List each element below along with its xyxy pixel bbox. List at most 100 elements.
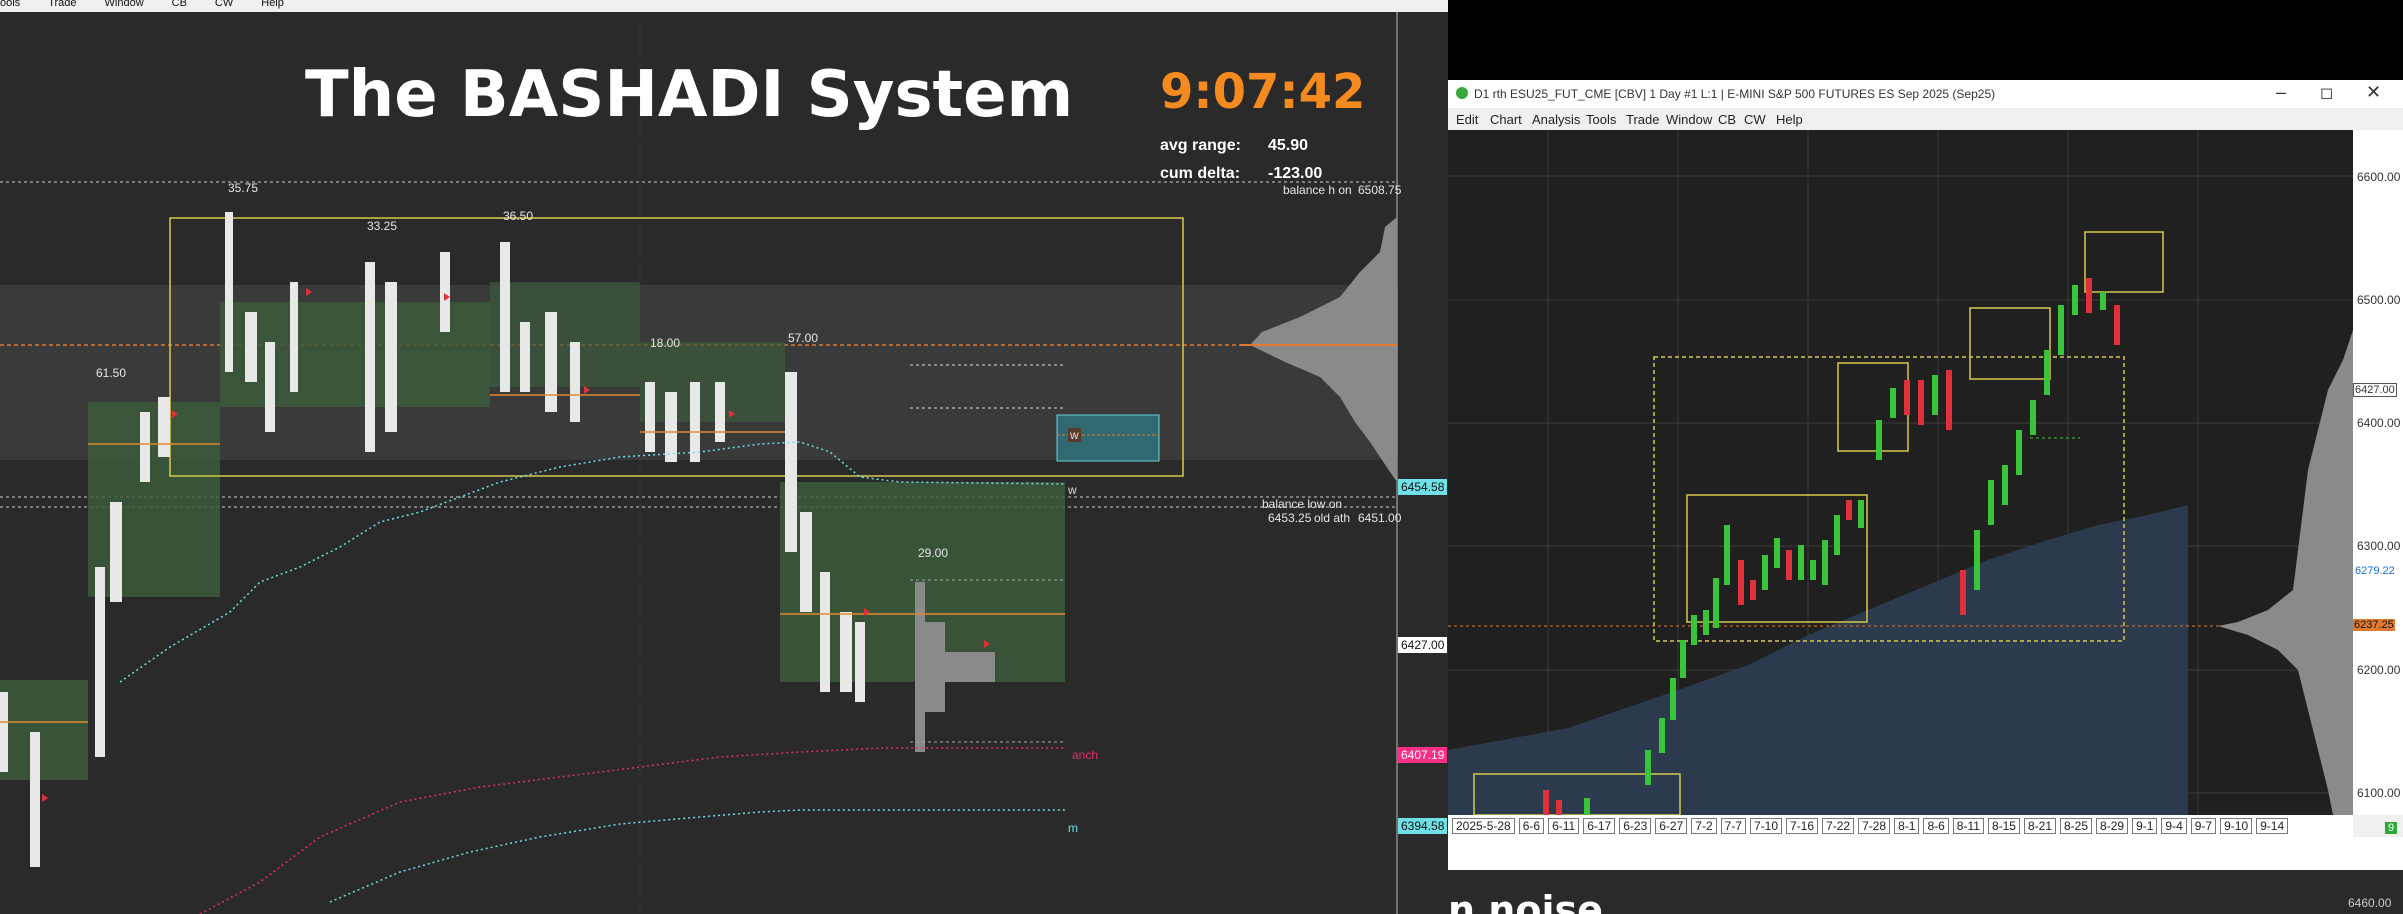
count-badge: 9 <box>2385 822 2398 834</box>
date-label: 7-28 <box>1858 818 1891 834</box>
old-ath-label: old ath <box>1314 511 1351 525</box>
date-label: 6-27 <box>1655 818 1688 834</box>
volume-profile <box>2218 330 2353 815</box>
window-bottom-strip <box>1448 837 2403 870</box>
range-label: 57.00 <box>788 331 819 345</box>
maximize-icon[interactable]: ◻ <box>2320 83 2333 103</box>
cum-delta-value: -123.00 <box>1268 165 1323 182</box>
cum-delta-label: cum delta: <box>1160 165 1241 182</box>
anchored-vwap-line <box>199 747 1065 914</box>
menu-cb[interactable]: CB <box>172 0 187 10</box>
date-label: 7-22 <box>1822 818 1855 834</box>
old-ath-value: 6451.00 <box>1358 511 1402 525</box>
chart-menubar: Edit Chart Analysis Tools Trade Window C… <box>1448 108 2403 130</box>
menu-tools[interactable]: Tools <box>1586 112 1616 127</box>
price-tag-cyan: 6454.58 <box>1398 479 1448 495</box>
date-label: 8-6 <box>1923 818 1949 834</box>
range-label: 29.00 <box>918 546 949 560</box>
profile-box <box>88 402 220 597</box>
left-trading-window: ools Trade Window CB CW Help The BASHADI… <box>0 0 1448 914</box>
lower-band-line <box>329 809 1065 903</box>
date-label: 9-7 <box>2190 818 2217 834</box>
price-axis-label: 6400.00 <box>2357 416 2401 430</box>
price-tag-orange: 6237.25 <box>2353 619 2395 631</box>
profile-box <box>640 342 785 422</box>
menu-trade[interactable]: Trade <box>48 0 76 10</box>
anch-label: anch <box>1072 748 1099 762</box>
price-axis-label: 6300.00 <box>2357 539 2401 553</box>
date-label: 6-11 <box>1548 818 1580 834</box>
avg-range-value: 45.90 <box>1268 137 1309 154</box>
menu-help[interactable]: Help <box>1776 112 1803 127</box>
date-label: 8-11 <box>1952 818 1984 834</box>
price-axis-label: 6200.00 <box>2357 663 2401 677</box>
candlestick-chart[interactable] <box>1448 130 2353 815</box>
page-title: The BASHADI System <box>305 58 1074 132</box>
desktop-background <box>1448 0 2403 80</box>
date-label: 6-6 <box>1518 818 1545 834</box>
date-label: 9-4 <box>2161 818 2187 834</box>
date-label: 7-10 <box>1749 818 1783 834</box>
menu-window[interactable]: Window <box>1666 112 1712 127</box>
range-label: 18.00 <box>650 336 681 350</box>
date-label: 9-10 <box>2220 818 2253 834</box>
app-icon <box>1456 87 1468 99</box>
price-axis-label: 6600.00 <box>2357 170 2401 184</box>
date-label: 6-17 <box>1583 818 1616 834</box>
avg-range-label: avg range: <box>1160 137 1241 154</box>
price-tag-blue: 6279.22 <box>2355 565 2395 577</box>
price-axis: 6600.00 6500.00 6400.00 6300.00 6200.00 … <box>2353 130 2403 834</box>
menu-cw[interactable]: CW <box>1744 112 1766 127</box>
date-label: 8-29 <box>2096 818 2129 834</box>
window-title: D1 rth ESU25_FUT_CME [CBV] 1 Day #1 L:1 … <box>1474 87 1996 101</box>
menu-edit[interactable]: Edit <box>1456 112 1478 127</box>
date-label: 7-2 <box>1691 818 1717 834</box>
date-label: 8-1 <box>1894 818 1920 834</box>
balance-high-value: 6508.75 <box>1358 183 1402 197</box>
menu-tools[interactable]: ools <box>0 0 20 10</box>
daily-chart-window: D1 rth ESU25_FUT_CME [CBV] 1 Day #1 L:1 … <box>1448 80 2403 870</box>
date-label: 2025-5-28 <box>1452 818 1515 834</box>
price-tag-cyan-low: 6394.58 <box>1398 818 1448 834</box>
price-tag-current: 6427.00 <box>1398 637 1448 653</box>
session-clock: 9:07:42 <box>1160 64 1366 120</box>
range-label: 35.75 <box>228 181 259 195</box>
price-tag-pink: 6407.19 <box>1398 747 1448 763</box>
balance-high-label: balance h on <box>1283 183 1352 197</box>
background-text: n noise <box>1448 888 1603 914</box>
w-label: w <box>1068 483 1077 497</box>
range-label: 36.50 <box>503 209 534 223</box>
date-label: 8-21 <box>2023 818 2056 834</box>
menu-cb[interactable]: CB <box>1718 112 1736 127</box>
date-label: 7-16 <box>1786 818 1819 834</box>
menu-chart[interactable]: Chart <box>1490 112 1522 127</box>
date-label: 6-23 <box>1619 818 1652 834</box>
profile-box <box>0 680 88 780</box>
range-label: 61.50 <box>96 366 127 380</box>
volume-area <box>1448 505 2188 815</box>
balance-low-value: 6453.25 <box>1268 511 1312 525</box>
date-label: 8-25 <box>2060 818 2093 834</box>
close-icon[interactable]: ✕ <box>2366 82 2381 103</box>
background-price-label: 6460.00 <box>2348 896 2392 910</box>
menu-help[interactable]: Help <box>261 0 284 10</box>
w-box-label: w <box>1068 428 1081 442</box>
date-label: 8-15 <box>1987 818 2020 834</box>
price-tag-current: 6427.00 <box>2353 383 2397 397</box>
range-label: 33.25 <box>367 219 398 233</box>
left-menubar: ools Trade Window CB CW Help <box>0 0 1448 12</box>
date-axis: 2025-5-28 6-6 6-11 6-17 6-23 6-27 7-2 7-… <box>1448 815 2353 837</box>
menu-window[interactable]: Window <box>105 0 144 10</box>
minimize-icon[interactable]: – <box>2276 82 2286 103</box>
background-window: n noise 6460.00 <box>1448 870 2403 914</box>
price-axis-label: 6100.00 <box>2357 786 2401 800</box>
date-label: 9-1 <box>2132 818 2158 834</box>
menu-analysis[interactable]: Analysis <box>1532 112 1580 127</box>
date-label: 9-14 <box>2256 818 2289 834</box>
profile-box <box>490 282 640 387</box>
balance-low-label: balance low on <box>1262 497 1343 511</box>
menu-trade[interactable]: Trade <box>1626 112 1659 127</box>
window-titlebar[interactable]: D1 rth ESU25_FUT_CME [CBV] 1 Day #1 L:1 … <box>1448 80 2403 108</box>
m-label: m <box>1068 821 1078 835</box>
menu-cw[interactable]: CW <box>215 0 233 10</box>
